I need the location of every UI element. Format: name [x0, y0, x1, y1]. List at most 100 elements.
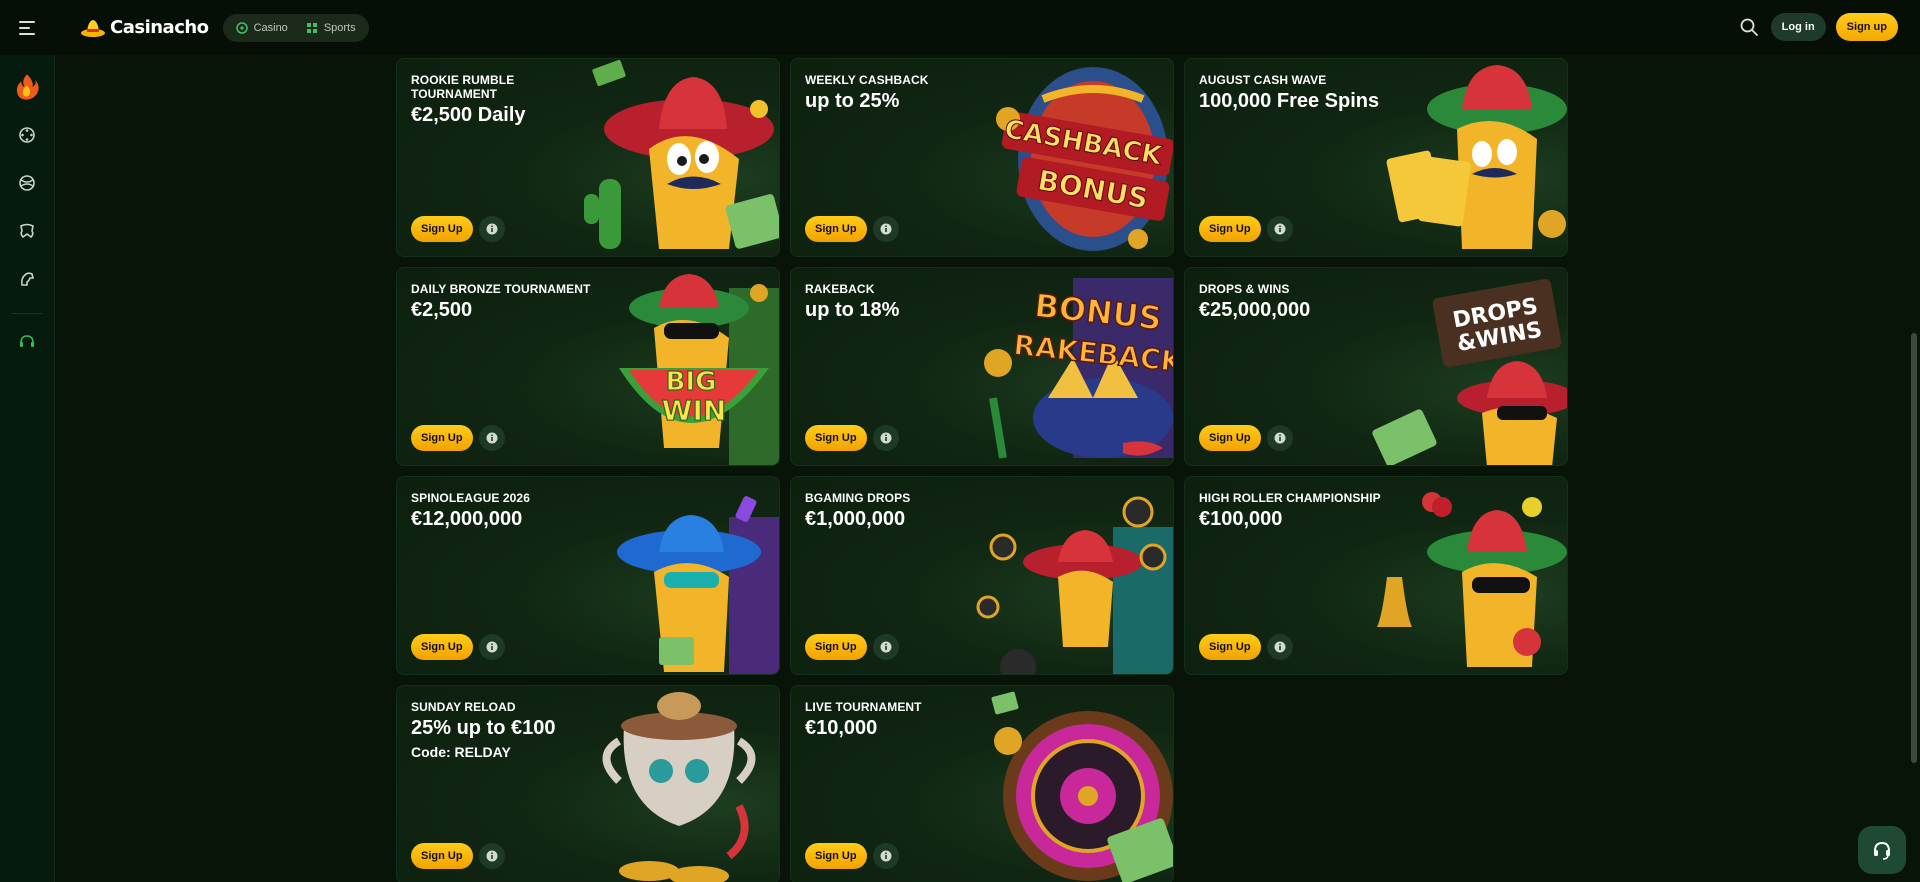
promo-actions: Sign Up	[411, 216, 505, 242]
sidebar-item-support[interactable]	[7, 322, 47, 362]
sidebar-item-sports[interactable]	[7, 163, 47, 203]
info-icon	[486, 432, 498, 444]
sports-ball-icon	[19, 175, 35, 191]
login-button[interactable]: Log in	[1770, 13, 1826, 41]
promo-value: €10,000	[805, 717, 878, 739]
promo-info-button[interactable]	[1266, 425, 1293, 451]
promo-info-button[interactable]	[478, 634, 505, 660]
promo-info-button[interactable]	[478, 216, 505, 242]
nav-casino-label: Casino	[253, 21, 288, 34]
promo-info-button[interactable]	[478, 843, 505, 869]
promo-value: 100,000 Free Spins	[1199, 90, 1380, 112]
sombrero-logo-icon	[81, 19, 105, 37]
promo-actions: Sign Up	[411, 634, 505, 660]
top-bar: Casinacho Casino Sports Log in Sign up	[0, 0, 1920, 55]
promo-signup-button[interactable]: Sign Up	[805, 634, 867, 660]
roulette-wheel-art	[991, 691, 1173, 882]
promo-card[interactable]: LIVE TOURNAMENT €10,000 Sign Up	[790, 685, 1174, 882]
sidebar-item-horse-racing[interactable]	[7, 259, 47, 299]
promo-text: WEEKLY CASHBACK up to 25%	[805, 73, 929, 113]
nav-sports[interactable]: Sports	[297, 16, 365, 40]
promo-card[interactable]: RAKEBACK up to 18% BONUS RAKEBACK Sign U…	[790, 267, 1174, 466]
promo-signup-button[interactable]: Sign Up	[411, 634, 473, 660]
promo-text: SUNDAY RELOAD 25% up to €100 Code: RELDA…	[411, 700, 556, 760]
promo-info-button[interactable]	[1266, 634, 1293, 660]
sidebar-item-hot[interactable]	[7, 67, 47, 107]
svg-text:BONUS: BONUS	[1033, 286, 1164, 337]
game-icon	[20, 223, 34, 239]
promo-actions: Sign Up	[411, 843, 505, 869]
promo-value: €12,000,000	[411, 508, 523, 530]
promo-title: BGAMING DROPS	[805, 491, 911, 505]
promo-signup-button[interactable]: Sign Up	[1199, 425, 1261, 451]
promo-card[interactable]: HIGH ROLLER CHAMPIONSHIP €100,000 Sign U…	[1184, 476, 1568, 675]
promo-card[interactable]: BGAMING DROPS €1,000,000 Sign Up	[790, 476, 1174, 675]
search-button[interactable]	[1737, 15, 1761, 39]
promo-signup-button[interactable]: Sign Up	[1199, 634, 1261, 660]
page-scrollbar[interactable]	[1910, 55, 1918, 882]
promo-info-button[interactable]	[478, 425, 505, 451]
mascot-cards-art	[1386, 65, 1567, 249]
support-chat-button[interactable]	[1858, 826, 1906, 874]
promo-text: RAKEBACK up to 18%	[805, 282, 899, 322]
signup-button[interactable]: Sign up	[1835, 13, 1898, 41]
promo-card[interactable]: DROPS & WINS €25,000,000 DROPS &WINS Sig…	[1184, 267, 1568, 466]
info-icon	[880, 432, 892, 444]
promo-title: HIGH ROLLER CHAMPIONSHIP	[1199, 491, 1381, 505]
dice-icon	[19, 127, 35, 143]
promo-signup-button[interactable]: Sign Up	[805, 216, 867, 242]
sidebar-item-games[interactable]	[7, 211, 47, 251]
promo-value: €2,500	[411, 299, 473, 321]
promo-title: AUGUST CASH WAVE	[1199, 73, 1327, 87]
promo-card[interactable]: ROOKIE RUMBLE TOURNAMENT €2,500 Daily Si…	[396, 58, 780, 257]
svg-text:BIG: BIG	[666, 367, 717, 397]
sidebar-item-casino[interactable]	[7, 115, 47, 155]
promo-card[interactable]: SUNDAY RELOAD 25% up to €100 Code: RELDA…	[396, 685, 780, 882]
promo-info-button[interactable]	[872, 634, 899, 660]
promo-info-button[interactable]	[872, 216, 899, 242]
menu-button[interactable]	[0, 0, 56, 55]
skull-trophy-art	[602, 692, 756, 882]
promo-info-button[interactable]	[872, 843, 899, 869]
logo[interactable]: Casinacho	[80, 17, 209, 39]
promo-signup-button[interactable]: Sign Up	[411, 216, 473, 242]
promo-card[interactable]: SPINOLEAGUE 2026 €12,000,000 Sign Up	[396, 476, 780, 675]
promo-title: SPINOLEAGUE 2026	[411, 491, 530, 505]
hamburger-icon	[19, 20, 35, 35]
info-icon	[486, 850, 498, 862]
promo-signup-button[interactable]: Sign Up	[805, 425, 867, 451]
promo-text: BGAMING DROPS €1,000,000	[805, 491, 910, 531]
mascot-cactus-art	[584, 59, 779, 249]
promo-signup-button[interactable]: Sign Up	[1199, 216, 1261, 242]
promo-value: up to 25%	[805, 90, 900, 112]
promo-value: 25% up to €100	[411, 717, 556, 739]
promotions-grid: ROOKIE RUMBLE TOURNAMENT €2,500 Daily Si…	[396, 58, 1568, 882]
info-icon	[486, 223, 498, 235]
promo-text: HIGH ROLLER CHAMPIONSHIP €100,000	[1199, 491, 1381, 531]
promo-text: ROOKIE RUMBLE TOURNAMENT €2,500 Daily	[411, 73, 561, 127]
nav-casino[interactable]: Casino	[227, 16, 297, 40]
promo-signup-button[interactable]: Sign Up	[411, 843, 473, 869]
promo-value: €2,500 Daily	[411, 104, 526, 126]
scrollbar-thumb[interactable]	[1911, 333, 1917, 763]
promo-text: LIVE TOURNAMENT €10,000	[805, 700, 922, 740]
info-icon	[1274, 641, 1286, 653]
promo-signup-button[interactable]: Sign Up	[411, 425, 473, 451]
info-icon	[880, 850, 892, 862]
promo-signup-button[interactable]: Sign Up	[805, 843, 867, 869]
promo-card[interactable]: AUGUST CASH WAVE 100,000 Free Spins Sign…	[1184, 58, 1568, 257]
promo-card[interactable]: WEEKLY CASHBACK up to 25% CASHBACK BONUS…	[790, 58, 1174, 257]
promo-text: AUGUST CASH WAVE 100,000 Free Spins	[1199, 73, 1379, 113]
svg-text:WIN: WIN	[662, 394, 727, 427]
promo-actions: Sign Up	[1199, 216, 1293, 242]
mascot-bell-art	[1377, 492, 1567, 667]
fire-icon	[16, 74, 39, 100]
bonus-rakeback-label: BONUS RAKEBACK	[1011, 286, 1173, 380]
info-icon	[1274, 432, 1286, 444]
promo-card[interactable]: DAILY BRONZE TOURNAMENT €2,500 BIG WIN S…	[396, 267, 780, 466]
promo-actions: Sign Up	[1199, 634, 1293, 660]
promo-info-button[interactable]	[1266, 216, 1293, 242]
main-nav: Casino Sports	[222, 13, 369, 42]
promo-info-button[interactable]	[872, 425, 899, 451]
promo-actions: Sign Up	[805, 634, 899, 660]
